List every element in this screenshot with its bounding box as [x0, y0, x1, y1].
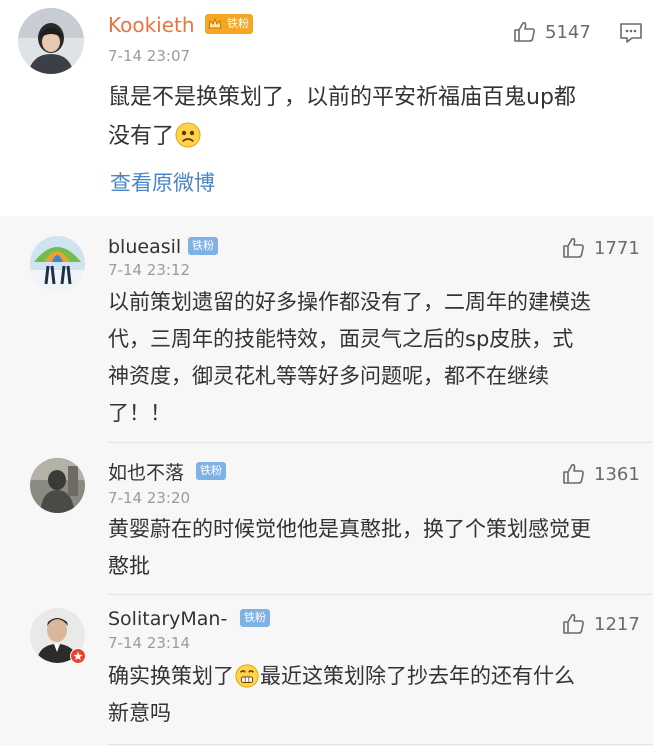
crown-icon: [208, 17, 222, 29]
like-count: 1771: [594, 237, 640, 259]
grimace-face-icon: [235, 664, 259, 688]
comment-time: 7-14 23:07: [108, 47, 191, 65]
main-comment: Kookieth 铁粉 7-14 23:07 5147 鼠是不是换策划了，以前的…: [0, 0, 653, 216]
like-button[interactable]: 1361: [562, 462, 640, 486]
thumbs-up-icon: [563, 464, 584, 484]
comment-text-part: 确实换策划了: [108, 664, 234, 688]
avatar-photo: [18, 8, 84, 74]
divider: [108, 744, 653, 745]
divider: [108, 442, 653, 443]
comment-text: 黄婴蔚在的时候觉他他是真憨批，换了个策划感觉更 憨批: [108, 517, 591, 578]
avatar[interactable]: [30, 608, 86, 664]
fan-badge: 铁粉: [196, 462, 226, 480]
thumbs-up-icon: [563, 614, 584, 634]
verified-badge-icon: [70, 648, 86, 664]
comment-time: 7-14 23:14: [108, 634, 191, 652]
view-original-link[interactable]: 查看原微博: [110, 169, 215, 197]
comment-text: 以前策划遗留的好多操作都没有了，二周年的建模迭 代，三周年的技能特效，面灵气之后…: [108, 290, 591, 425]
badge-label: 铁粉: [227, 17, 249, 30]
like-count: 5147: [545, 21, 591, 43]
fan-badge: 铁粉: [240, 609, 270, 627]
avatar[interactable]: [30, 236, 85, 291]
replies-section: blueasil 铁粉 7-14 23:12 1771 以前策划遗留的好多操作都…: [0, 216, 653, 746]
comment-text: 确实换策划了 最近这策划除了抄去年的还有什么 新意吗: [108, 658, 638, 732]
comment-icon[interactable]: [618, 20, 644, 46]
fan-badge: 铁粉: [205, 14, 253, 34]
avatar-photo: [30, 236, 85, 291]
avatar[interactable]: [18, 8, 84, 74]
avatar[interactable]: [30, 458, 85, 513]
thumbs-up-icon: [563, 238, 584, 258]
divider: [108, 594, 653, 595]
comment-page: Kookieth 铁粉 7-14 23:07 5147 鼠是不是换策划了，以前的…: [0, 0, 653, 746]
avatar-photo: [30, 458, 85, 513]
like-count: 1217: [594, 613, 640, 635]
username[interactable]: Kookieth: [108, 12, 195, 38]
thumbs-up-icon: [514, 22, 535, 42]
comment-time: 7-14 23:20: [108, 489, 191, 507]
username[interactable]: SolitaryMan-: [108, 606, 227, 632]
like-button[interactable]: 1771: [562, 236, 640, 260]
username[interactable]: blueasil: [108, 234, 181, 260]
comment-time: 7-14 23:12: [108, 261, 191, 279]
sad-face-icon: [175, 122, 201, 148]
like-button[interactable]: 5147: [513, 20, 591, 44]
like-button[interactable]: 1217: [562, 612, 640, 636]
fan-badge: 铁粉: [188, 237, 218, 255]
username[interactable]: 如也不落: [108, 460, 184, 486]
comment-text: 鼠是不是换策划了，以前的平安祈福庙百鬼up都 没有了: [108, 78, 638, 156]
like-count: 1361: [594, 463, 640, 485]
